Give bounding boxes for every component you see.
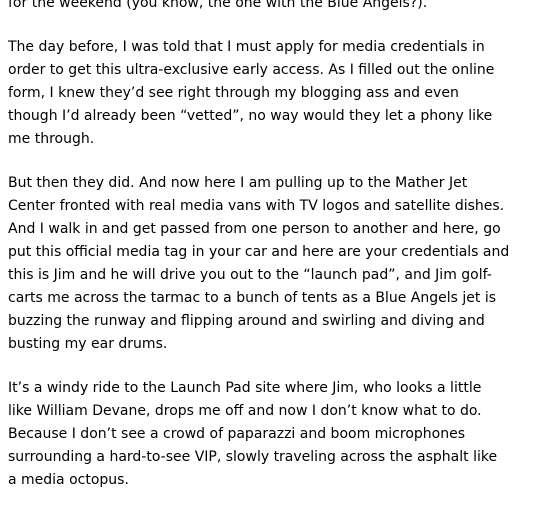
paragraph: for the weekend (you know, the one with … xyxy=(8,0,428,11)
paragraph: It’s a windy ride to the Launch Pad site… xyxy=(8,380,498,488)
paragraph: The day before, I was told that I must a… xyxy=(8,39,495,147)
article-body: for the weekend (you know, the one with … xyxy=(8,0,548,513)
paragraph: But then they did. And now here I am pul… xyxy=(8,175,510,352)
